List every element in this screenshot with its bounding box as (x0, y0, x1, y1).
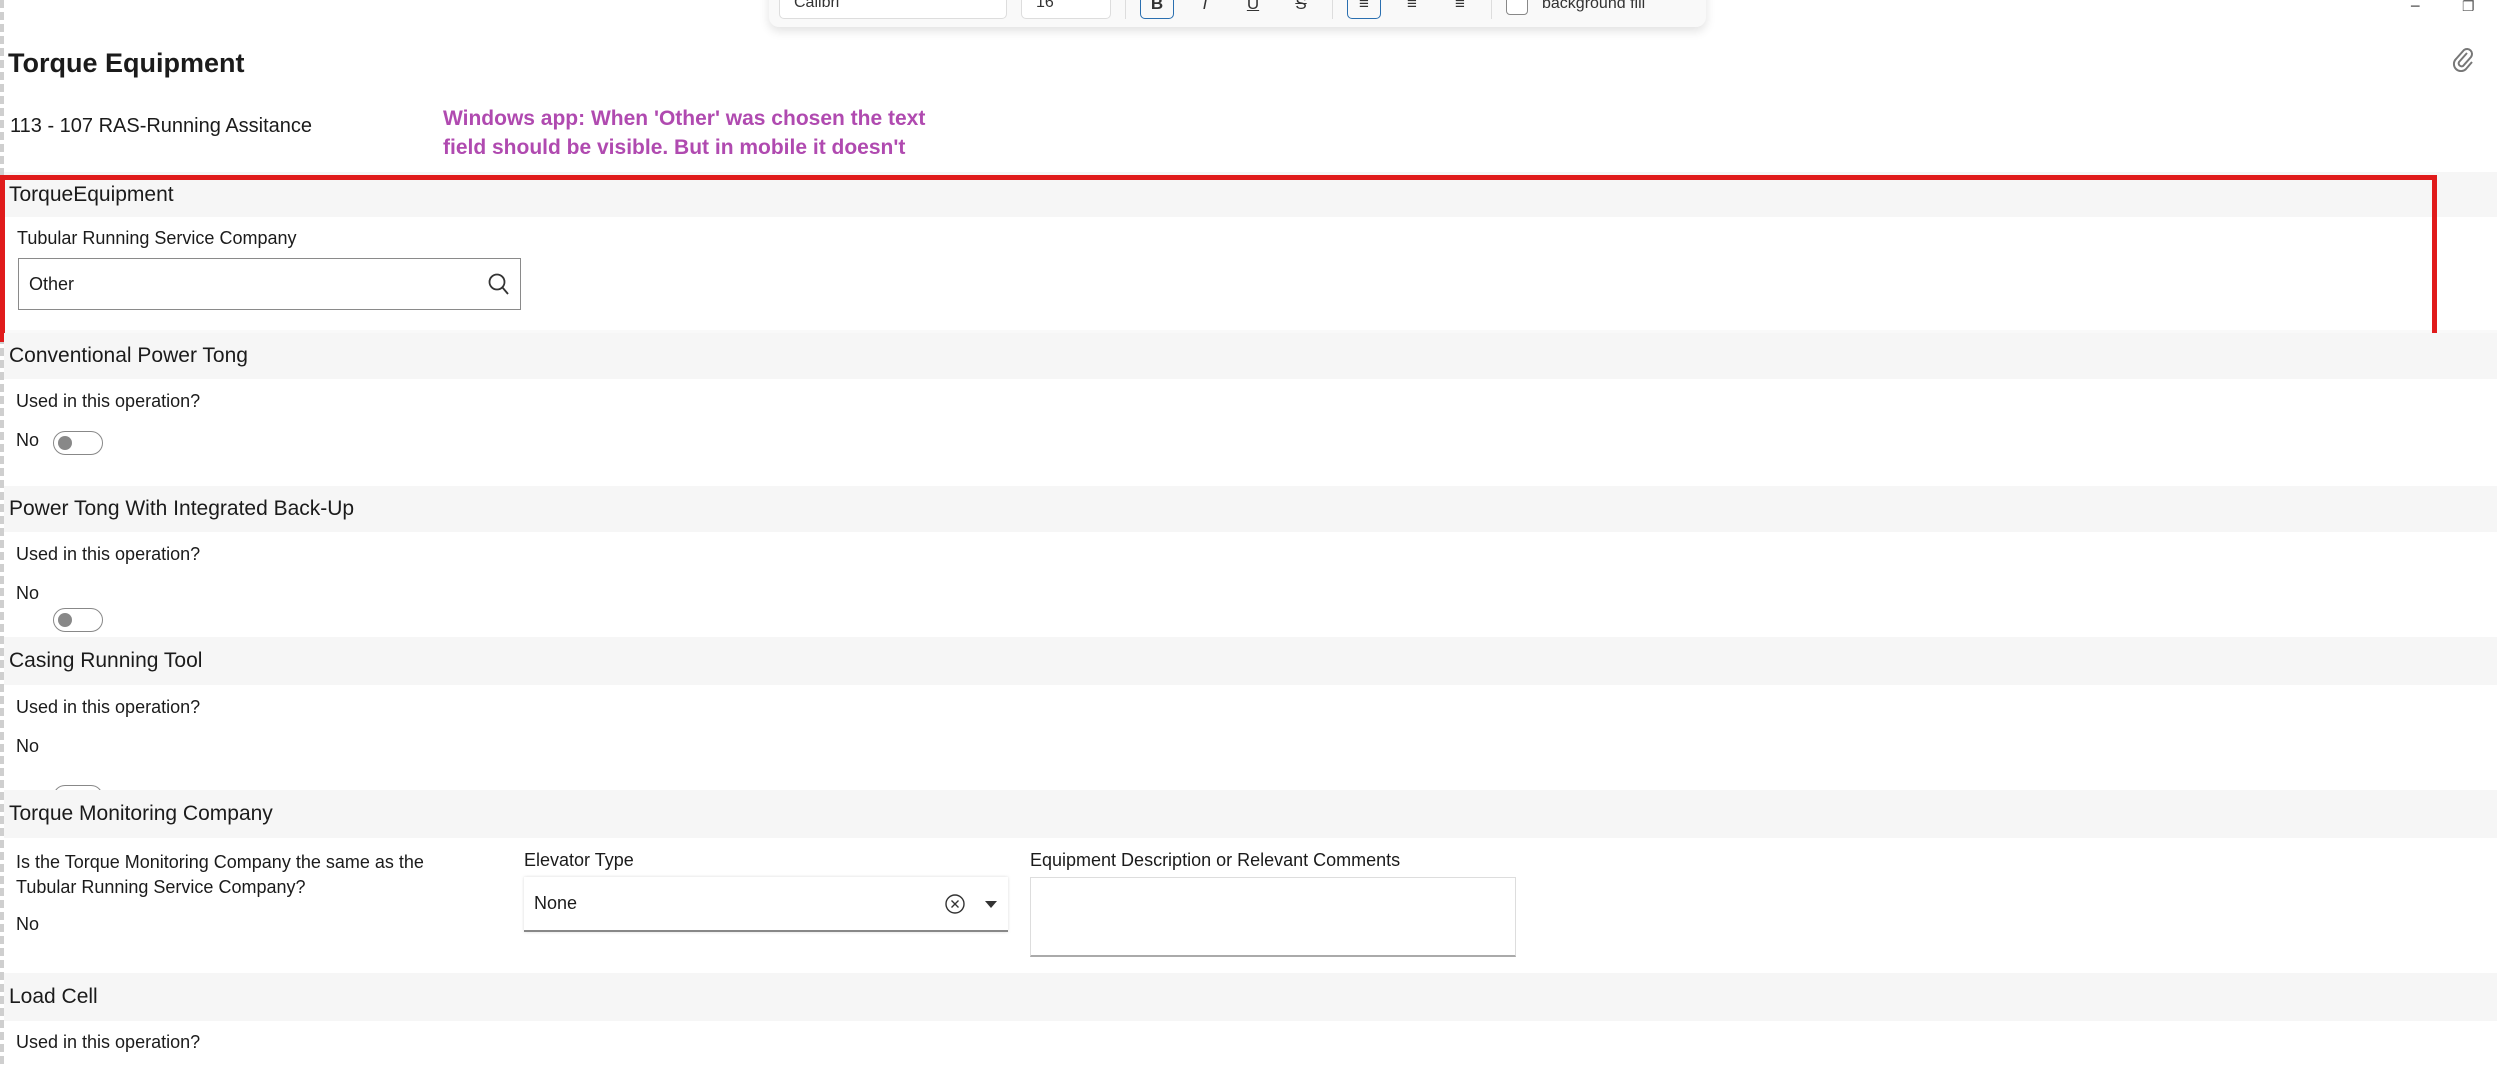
select-value: None (534, 893, 578, 913)
strikethrough-button[interactable]: S (1284, 0, 1318, 19)
chevron-down-icon[interactable] (984, 899, 998, 909)
comments-textarea[interactable] (1030, 877, 1516, 957)
question-label: Used in this operation? (16, 697, 201, 717)
elevator-type-select[interactable]: None (524, 877, 1008, 932)
divider (1332, 0, 1333, 19)
question-label: Used in this operation? (16, 391, 201, 411)
clear-icon[interactable] (944, 893, 966, 915)
section-header-conventional-power-tong: Conventional Power Tong (4, 333, 2497, 379)
italic-button[interactable]: I (1188, 0, 1222, 19)
section-title: Power Tong With Integrated Back-Up (9, 497, 355, 520)
section-title: Torque Monitoring Company (9, 802, 273, 825)
paperclip-icon[interactable] (2452, 46, 2474, 77)
toggle-value: No (16, 736, 40, 756)
highlight-box (0, 175, 2437, 342)
align-center-button[interactable]: ≡ (1395, 0, 1429, 19)
section-title: Load Cell (9, 985, 98, 1008)
section-header-load-cell: Load Cell (4, 973, 2497, 1021)
annotation-line: field should be visible. But in mobile i… (443, 136, 906, 159)
section-title: Conventional Power Tong (9, 344, 248, 367)
minimize-button[interactable]: − (2410, 0, 2421, 17)
background-fill-checkbox[interactable] (1506, 0, 1528, 15)
align-left-button[interactable]: ≡ (1347, 0, 1381, 19)
section-header-torque-monitoring-company: Torque Monitoring Company (4, 790, 2497, 838)
font-select[interactable]: Calibri (779, 0, 1007, 19)
formatting-toolbar: Calibri 16 B I U S ≡ ≡ ≡ background fill (769, 0, 1706, 27)
align-right-button[interactable]: ≡ (1443, 0, 1477, 19)
left-edge-border (0, 0, 4, 1067)
toggle-value: No (16, 583, 40, 603)
annotation-note: Windows app: When 'Other' was chosen the… (443, 104, 925, 162)
section-title: Casing Running Tool (9, 649, 203, 672)
elevator-type-label: Elevator Type (524, 850, 634, 870)
section-header-power-tong-backup: Power Tong With Integrated Back-Up (4, 486, 2497, 532)
used-toggle[interactable] (53, 608, 103, 632)
background-fill-label: background fill (1542, 0, 1646, 12)
question-line: Is the Torque Monitoring Company the sam… (16, 852, 424, 872)
question-line: Tubular Running Service Company? (16, 877, 306, 897)
question-label: Used in this operation? (16, 1032, 201, 1052)
comments-label: Equipment Description or Relevant Commen… (1030, 850, 1401, 870)
divider (1491, 0, 1492, 19)
divider (1125, 0, 1126, 19)
page-subtitle: 113 - 107 RAS-Running Assitance (10, 115, 313, 137)
section-header-casing-running-tool: Casing Running Tool (4, 637, 2497, 685)
toggle-value: No (16, 914, 40, 934)
toggle-value: No (16, 430, 40, 450)
used-toggle[interactable] (53, 431, 103, 455)
underline-button[interactable]: U (1236, 0, 1270, 19)
question-label: Is the Torque Monitoring Company the sam… (16, 850, 424, 900)
page-title: Torque Equipment (8, 48, 245, 78)
question-label: Used in this operation? (16, 544, 201, 564)
bold-button[interactable]: B (1140, 0, 1174, 19)
font-size-select[interactable]: 16 (1021, 0, 1111, 19)
restore-button[interactable]: ❐ (2462, 0, 2475, 15)
annotation-line: Windows app: When 'Other' was chosen the… (443, 107, 926, 130)
